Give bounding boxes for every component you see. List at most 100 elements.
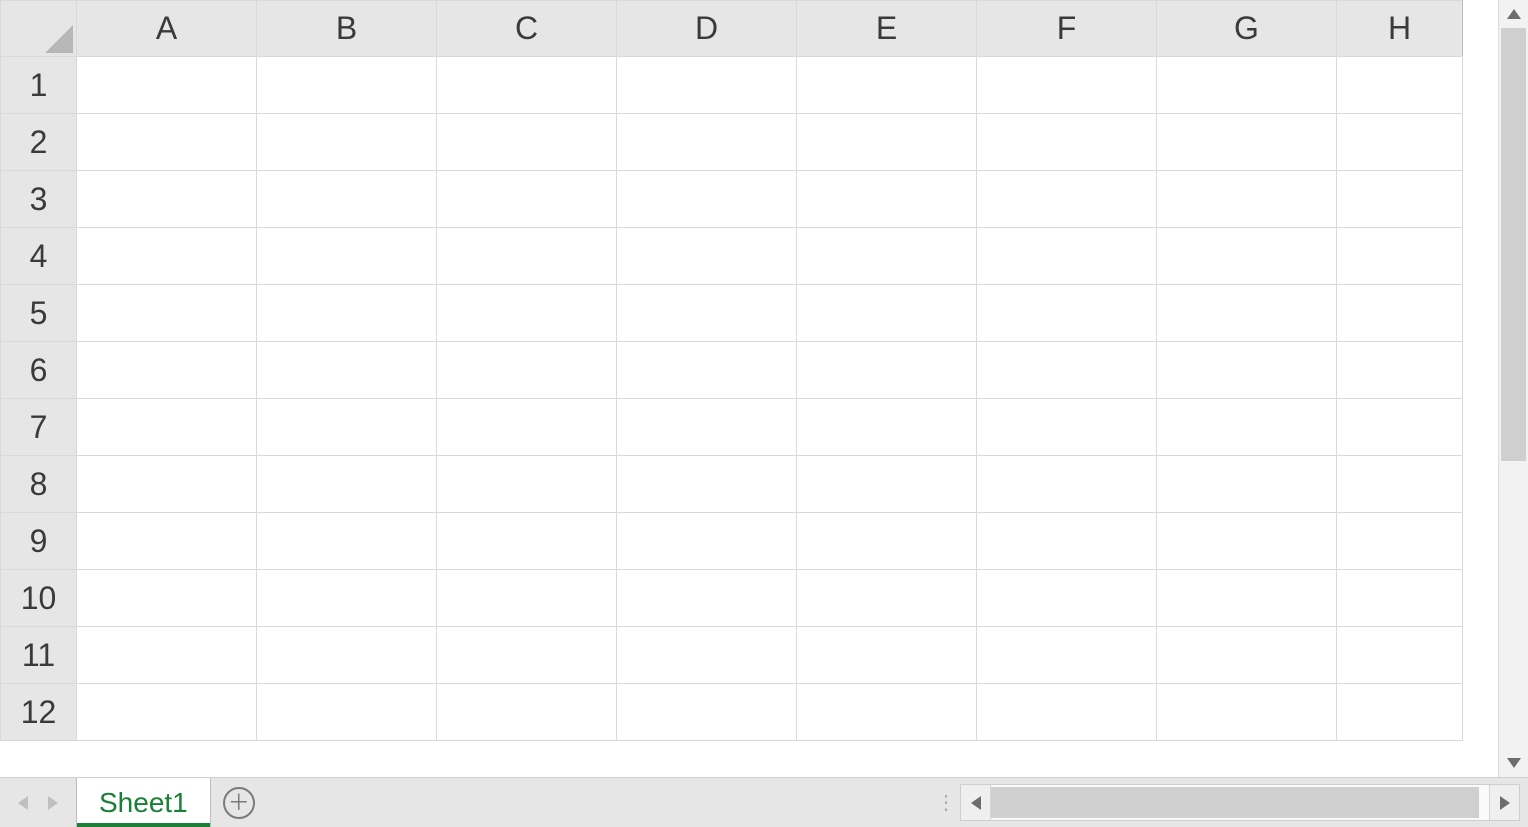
cell-E5[interactable] <box>797 285 977 342</box>
cell-B7[interactable] <box>257 399 437 456</box>
cell-G11[interactable] <box>1157 627 1337 684</box>
cell-D10[interactable] <box>617 570 797 627</box>
cell-C8[interactable] <box>437 456 617 513</box>
row-header-7[interactable]: 7 <box>1 399 77 456</box>
horizontal-scroll-track[interactable] <box>991 785 1489 820</box>
cell-D7[interactable] <box>617 399 797 456</box>
cell-H6[interactable] <box>1337 342 1463 399</box>
row-header-3[interactable]: 3 <box>1 171 77 228</box>
cell-A2[interactable] <box>77 114 257 171</box>
cell-G4[interactable] <box>1157 228 1337 285</box>
cell-G7[interactable] <box>1157 399 1337 456</box>
cell-E6[interactable] <box>797 342 977 399</box>
column-header-E[interactable]: E <box>797 1 977 57</box>
cell-D9[interactable] <box>617 513 797 570</box>
cell-H5[interactable] <box>1337 285 1463 342</box>
cell-A4[interactable] <box>77 228 257 285</box>
cell-G9[interactable] <box>1157 513 1337 570</box>
row-header-4[interactable]: 4 <box>1 228 77 285</box>
sheet-tab-active[interactable]: Sheet1 <box>76 778 211 827</box>
scroll-up-button[interactable] <box>1499 0 1528 28</box>
cell-H4[interactable] <box>1337 228 1463 285</box>
column-header-F[interactable]: F <box>977 1 1157 57</box>
row-header-8[interactable]: 8 <box>1 456 77 513</box>
cell-E10[interactable] <box>797 570 977 627</box>
cell-F6[interactable] <box>977 342 1157 399</box>
cell-F1[interactable] <box>977 57 1157 114</box>
cell-D8[interactable] <box>617 456 797 513</box>
cell-B10[interactable] <box>257 570 437 627</box>
cell-E7[interactable] <box>797 399 977 456</box>
cell-E2[interactable] <box>797 114 977 171</box>
cell-C11[interactable] <box>437 627 617 684</box>
cell-G8[interactable] <box>1157 456 1337 513</box>
cell-A5[interactable] <box>77 285 257 342</box>
row-header-9[interactable]: 9 <box>1 513 77 570</box>
vertical-scroll-track[interactable] <box>1499 28 1528 749</box>
cell-G3[interactable] <box>1157 171 1337 228</box>
scroll-left-button[interactable] <box>961 785 991 820</box>
cell-C3[interactable] <box>437 171 617 228</box>
row-header-10[interactable]: 10 <box>1 570 77 627</box>
horizontal-scroll-thumb[interactable] <box>991 787 1479 818</box>
cell-C10[interactable] <box>437 570 617 627</box>
cell-G12[interactable] <box>1157 684 1337 741</box>
row-header-6[interactable]: 6 <box>1 342 77 399</box>
cell-B8[interactable] <box>257 456 437 513</box>
cell-H2[interactable] <box>1337 114 1463 171</box>
tab-nav-next[interactable] <box>40 790 66 816</box>
cell-E9[interactable] <box>797 513 977 570</box>
cell-H11[interactable] <box>1337 627 1463 684</box>
cell-D3[interactable] <box>617 171 797 228</box>
cell-A11[interactable] <box>77 627 257 684</box>
cell-F9[interactable] <box>977 513 1157 570</box>
cell-A9[interactable] <box>77 513 257 570</box>
cell-E1[interactable] <box>797 57 977 114</box>
cell-C9[interactable] <box>437 513 617 570</box>
cell-B5[interactable] <box>257 285 437 342</box>
cell-A1[interactable] <box>77 57 257 114</box>
tab-nav-prev[interactable] <box>10 790 36 816</box>
cell-F3[interactable] <box>977 171 1157 228</box>
cell-H10[interactable] <box>1337 570 1463 627</box>
cell-F4[interactable] <box>977 228 1157 285</box>
column-header-D[interactable]: D <box>617 1 797 57</box>
cell-C4[interactable] <box>437 228 617 285</box>
cell-G2[interactable] <box>1157 114 1337 171</box>
row-header-1[interactable]: 1 <box>1 57 77 114</box>
cell-C12[interactable] <box>437 684 617 741</box>
cell-G10[interactable] <box>1157 570 1337 627</box>
cell-C2[interactable] <box>437 114 617 171</box>
cell-E8[interactable] <box>797 456 977 513</box>
cell-E12[interactable] <box>797 684 977 741</box>
cell-G6[interactable] <box>1157 342 1337 399</box>
horizontal-scrollbar[interactable] <box>960 784 1520 821</box>
cell-A6[interactable] <box>77 342 257 399</box>
cell-H1[interactable] <box>1337 57 1463 114</box>
cell-C6[interactable] <box>437 342 617 399</box>
vertical-scroll-thumb[interactable] <box>1501 28 1526 461</box>
tab-bar-drag-handle[interactable]: ⋮ <box>938 778 956 827</box>
cell-E4[interactable] <box>797 228 977 285</box>
scroll-right-button[interactable] <box>1489 785 1519 820</box>
vertical-scrollbar[interactable] <box>1498 0 1528 777</box>
cell-A8[interactable] <box>77 456 257 513</box>
row-header-2[interactable]: 2 <box>1 114 77 171</box>
column-header-H[interactable]: H <box>1337 1 1463 57</box>
select-all-corner[interactable] <box>1 1 77 57</box>
cell-B4[interactable] <box>257 228 437 285</box>
cell-H9[interactable] <box>1337 513 1463 570</box>
cell-D6[interactable] <box>617 342 797 399</box>
cell-H8[interactable] <box>1337 456 1463 513</box>
cell-B3[interactable] <box>257 171 437 228</box>
cell-F5[interactable] <box>977 285 1157 342</box>
cell-F11[interactable] <box>977 627 1157 684</box>
cell-A12[interactable] <box>77 684 257 741</box>
cell-B11[interactable] <box>257 627 437 684</box>
cell-D2[interactable] <box>617 114 797 171</box>
cell-E3[interactable] <box>797 171 977 228</box>
cell-A10[interactable] <box>77 570 257 627</box>
scroll-down-button[interactable] <box>1499 749 1528 777</box>
cell-D4[interactable] <box>617 228 797 285</box>
new-sheet-button[interactable]: ＋ <box>223 787 255 819</box>
